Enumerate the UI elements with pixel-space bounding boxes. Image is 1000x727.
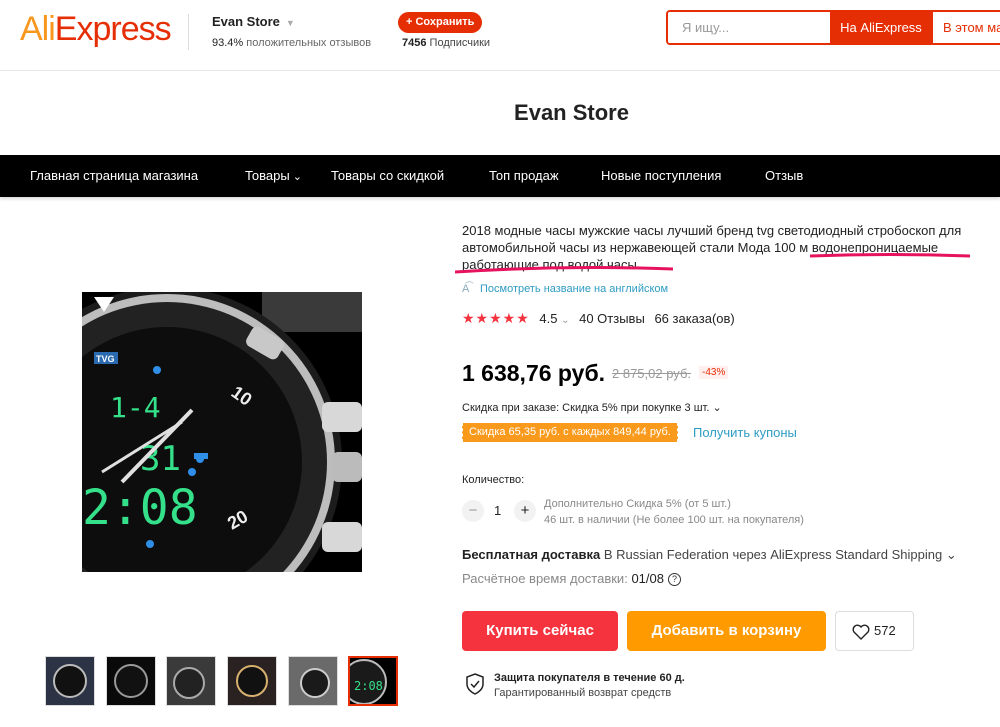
translate-link[interactable]: A͡ Посмотреть название на английском xyxy=(462,283,668,295)
add-to-cart-button[interactable]: Добавить в корзину xyxy=(627,611,826,651)
rating-row[interactable]: ★★★★★ 4.5 ⌄ 40 Отзывы 66 заказа(ов) xyxy=(462,310,735,327)
follow-button[interactable]: + Сохранить xyxy=(398,12,483,33)
chevron-down-icon: ⌄ xyxy=(561,315,570,326)
chevron-down-icon[interactable]: ▼ xyxy=(286,18,295,28)
chevron-down-icon: ⌄ xyxy=(945,547,957,562)
nav-feedback[interactable]: Отзыв xyxy=(765,155,803,197)
thumbnail[interactable] xyxy=(166,656,216,706)
shipping-info[interactable]: Бесплатная доставка В Russian Federation… xyxy=(462,547,957,563)
buy-now-button[interactable]: Купить сейчас xyxy=(462,611,618,651)
shield-icon xyxy=(466,673,484,695)
quantity-increase-button[interactable]: + xyxy=(514,500,536,522)
store-rating: 93.4% положительных отзывов xyxy=(212,37,372,49)
buyer-protection-title: Защита покупателя в течение 60 д. xyxy=(494,672,685,684)
watch-date: 1-4 xyxy=(110,391,161,424)
coupon-tag: Скидка 65,35 руб. с каждых 849,44 руб. xyxy=(462,423,678,442)
thumbnail-active[interactable]: 2:08 xyxy=(348,656,398,706)
quantity-label: Количество: xyxy=(462,474,525,486)
product-price: 1 638,76 руб. xyxy=(462,360,606,386)
watch-brand: TVG xyxy=(96,354,115,364)
underline-annotation xyxy=(455,266,673,274)
nav-top-selling[interactable]: Топ продаж xyxy=(489,155,559,197)
nav-sale[interactable]: Товары со скидкой xyxy=(331,155,444,197)
discount-badge: -43% xyxy=(699,366,729,379)
nav-new-arrivals[interactable]: Новые поступления xyxy=(601,155,721,197)
subscribers: 7456 Подписчики xyxy=(402,37,491,49)
star-rating: ★★★★★ xyxy=(462,310,530,326)
nav-products[interactable]: Товары ⌄ xyxy=(245,155,302,197)
header-divider xyxy=(188,14,189,50)
delivery-time: Расчётное время доставки: 01/08? xyxy=(462,571,681,587)
aliexpress-logo[interactable]: AliExpress xyxy=(20,10,172,49)
translate-icon: A͡ xyxy=(462,283,470,295)
thumbnail[interactable] xyxy=(288,656,338,706)
quantity-info: Дополнительно Скидка 5% (от 5 шт.) 46 шт… xyxy=(544,498,804,526)
underline-annotation xyxy=(810,253,970,258)
thumbnail[interactable] xyxy=(45,656,95,706)
old-price: 2 875,02 руб. xyxy=(612,366,692,381)
get-coupons-link[interactable]: Получить купоны xyxy=(693,425,797,440)
store-nav: Главная страница магазина Товары ⌄ Товары… xyxy=(0,155,1000,197)
search-store-button[interactable]: В этом ма xyxy=(932,12,1000,43)
thumbnail[interactable] xyxy=(106,656,156,706)
search-input[interactable] xyxy=(668,12,830,43)
top-header: AliExpress Evan Store ▼ 93.4% положительн… xyxy=(0,0,1000,71)
heart-icon xyxy=(852,624,870,640)
search-bar: На AliExpress В этом ма xyxy=(666,10,1000,45)
watch-time: 2:08 xyxy=(82,480,198,536)
order-discount[interactable]: Скидка при заказе: Скидка 5% при покупке… xyxy=(462,401,722,414)
quantity-decrease-button[interactable]: − xyxy=(462,500,484,522)
store-name-link[interactable]: Evan Store ▼ xyxy=(212,14,295,29)
svg-text:2:08: 2:08 xyxy=(354,679,383,693)
chevron-down-icon: ⌄ xyxy=(292,171,302,183)
quantity-value[interactable]: 1 xyxy=(494,503,501,518)
nav-home[interactable]: Главная страница магазина xyxy=(30,155,198,197)
search-aliexpress-button[interactable]: На AliExpress xyxy=(830,12,932,43)
watch-image: 10 20 TVG 1-4 31 2:08 xyxy=(82,292,362,572)
buyer-protection-subtitle: Гарантированный возврат средств xyxy=(494,687,672,699)
chevron-down-icon: ⌄ xyxy=(712,402,722,414)
wishlist-button[interactable]: 572 xyxy=(835,611,914,651)
help-icon[interactable]: ? xyxy=(667,573,681,587)
product-main-image[interactable]: 10 20 TVG 1-4 31 2:08 xyxy=(82,292,362,572)
thumbnail[interactable] xyxy=(227,656,277,706)
store-title: Evan Store xyxy=(514,100,629,125)
